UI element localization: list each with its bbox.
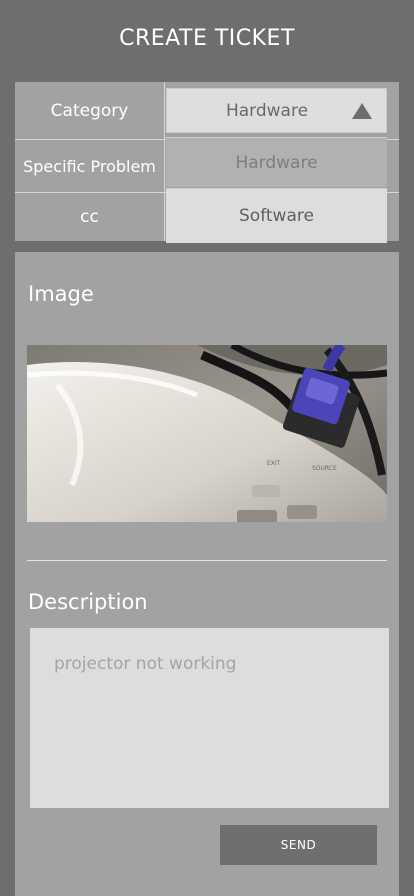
category-select[interactable]: Hardware (166, 88, 387, 133)
image-section-title: Image (28, 282, 94, 306)
category-option-hardware[interactable]: Hardware (166, 137, 387, 187)
category-option-software[interactable]: Software (166, 188, 387, 243)
description-section-title: Description (28, 590, 148, 614)
cc-label: cc (15, 193, 165, 241)
projector-photo-icon: EXIT SOURCE (27, 345, 387, 522)
attached-image[interactable]: EXIT SOURCE (27, 345, 387, 522)
svg-text:SOURCE: SOURCE (312, 465, 337, 472)
category-select-value: Hardware (225, 100, 309, 121)
page-title: CREATE TICKET (119, 26, 295, 51)
caret-up-icon (352, 103, 372, 119)
description-textarea[interactable]: projector not working (30, 628, 389, 808)
send-button[interactable]: SEND (220, 825, 377, 865)
description-placeholder: projector not working (54, 654, 237, 674)
category-label: Category (15, 82, 165, 139)
section-divider (27, 560, 387, 561)
specific-problem-label: Specific Problem (15, 140, 165, 192)
create-ticket-screen: CREATE TICKET Category Specific Problem … (0, 0, 414, 896)
svg-text:EXIT: EXIT (267, 460, 281, 467)
